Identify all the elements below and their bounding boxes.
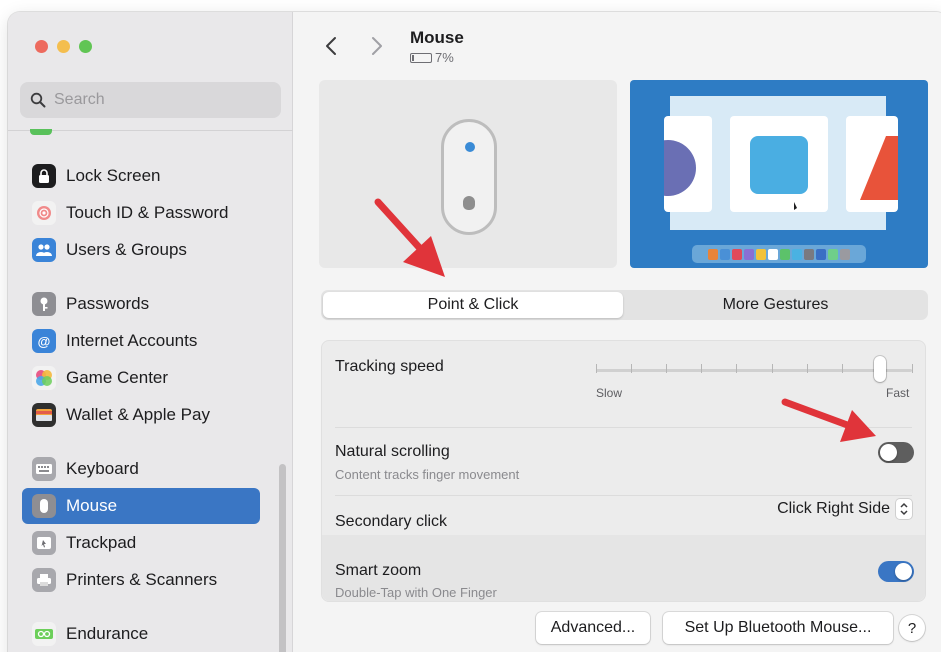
apple-logo-icon [463,196,475,210]
at-icon: @ [32,329,56,353]
sidebar-item-lock-screen[interactable]: Lock Screen [22,158,260,194]
natural-scrolling-label: Natural scrolling [335,443,450,460]
sidebar-item-endurance[interactable]: Endurance [22,616,260,652]
search-placeholder: Search [54,91,105,108]
gesture-preview [630,80,928,268]
back-button[interactable] [321,34,341,58]
printer-icon [32,568,56,592]
search-input[interactable]: Search [20,82,281,118]
sidebar-item-touch-id[interactable]: Touch ID & Password [22,195,260,231]
help-button[interactable]: ? [899,615,925,641]
users-icon [32,238,56,262]
sidebar-item-trackpad[interactable]: Trackpad [22,525,260,561]
slider-tick [701,364,703,373]
tab-more-gestures[interactable]: More Gestures [625,292,926,318]
smart-zoom-label: Smart zoom [335,562,422,579]
endurance-icon [32,622,56,646]
sidebar-item-label: Internet Accounts [66,331,198,350]
sidebar-item-label: Game Center [66,368,169,387]
sidebar-item-label: Printers & Scanners [66,570,218,589]
key-icon [32,292,56,316]
battery-icon [410,52,432,63]
slider-min-label: Slow [596,386,623,400]
bluetooth-setup-button[interactable]: Set Up Bluetooth Mouse... [663,612,893,644]
secondary-click-label: Secondary click [335,513,448,530]
slider-tick [771,364,773,373]
tracking-speed-slider[interactable] [596,369,912,372]
gesture-tabs: Point & Click More Gestures [321,290,928,320]
sidebar-item-mouse[interactable]: Mouse [22,488,260,524]
sidebar-item-wallet[interactable]: Wallet & Apple Pay [22,397,260,433]
game-center-icon [32,366,56,390]
fingerprint-icon [32,201,56,225]
mouse-icon [32,494,56,518]
tracking-speed-label: Tracking speed [335,358,444,375]
slider-tick [631,364,633,373]
natural-scrolling-description: Content tracks finger movement [335,467,520,482]
slider-max-label: Fast [886,386,910,400]
slider-tick [666,364,668,373]
sidebar: Search Lock Screen Touch ID & Password U… [8,12,293,652]
tracking-speed-knob[interactable] [874,356,887,382]
row-divider [335,495,912,496]
partial-sidebar-icon [30,129,52,135]
settings-card: Tracking speed Slow Fast Natural scrolli… [321,340,926,602]
smart-zoom-description: Double-Tap with One Finger [335,585,497,600]
sidebar-item-internet-accounts[interactable]: @ Internet Accounts [22,323,260,359]
trackpad-icon [32,531,56,555]
keyboard-icon [32,457,56,481]
preview-card-center [730,116,828,212]
natural-scrolling-toggle[interactable] [878,442,914,463]
close-button[interactable] [35,40,48,53]
advanced-button[interactable]: Advanced... [536,612,650,644]
preview-card-left [640,116,712,212]
slider-tick [912,364,913,373]
preview-card-right [846,116,898,212]
main-panel: Mouse 7% Point & Click More Gestures Tra… [293,12,941,652]
sidebar-item-label: Lock Screen [66,166,161,185]
sidebar-item-passwords[interactable]: Passwords [22,286,260,322]
battery-status: 7% [410,50,454,65]
click-indicator-dot [465,142,475,152]
smart-zoom-toggle[interactable] [878,561,914,582]
preview-screen [640,96,898,230]
sidebar-item-label: Passwords [66,294,150,313]
slider-tick [736,364,738,373]
sidebar-item-label: Touch ID & Password [66,203,229,222]
sidebar-item-printers[interactable]: Printers & Scanners [22,562,260,598]
sidebar-item-label: Users & Groups [66,240,187,259]
tab-point-click[interactable]: Point & Click [323,292,623,318]
settings-window: Search Lock Screen Touch ID & Password U… [8,12,941,652]
slider-tick [841,364,843,373]
magic-mouse-illustration [441,119,497,235]
minimize-button[interactable] [57,40,70,53]
slider-tick [806,364,808,373]
battery-level: 7% [435,50,454,65]
lock-icon [32,164,56,188]
search-icon [30,92,46,108]
sidebar-item-keyboard[interactable]: Keyboard [22,451,260,487]
sidebar-item-label: Wallet & Apple Pay [66,405,210,424]
window-controls [35,40,92,53]
preview-dock [692,245,866,263]
secondary-click-value: Click Right Side [777,500,890,517]
mouse-preview [319,80,617,268]
row-divider [335,427,912,428]
sidebar-item-label: Keyboard [66,459,139,478]
sidebar-item-label: Endurance [66,624,149,643]
wallet-icon [32,403,56,427]
page-title: Mouse [410,28,464,47]
up-down-chevron-icon [896,499,912,519]
forward-button[interactable] [367,34,387,58]
sidebar-scrollbar[interactable] [279,464,286,652]
slider-tick [596,364,597,373]
sidebar-item-game-center[interactable]: Game Center [22,360,260,396]
zoom-button[interactable] [79,40,92,53]
secondary-click-popup[interactable]: Click Right Side [777,499,912,519]
chevron-right-icon [372,37,382,55]
sidebar-item-users-groups[interactable]: Users & Groups [22,232,260,268]
sidebar-item-label: Mouse [66,496,118,515]
sidebar-item-label: Trackpad [66,533,137,552]
chevron-left-icon [326,37,336,55]
